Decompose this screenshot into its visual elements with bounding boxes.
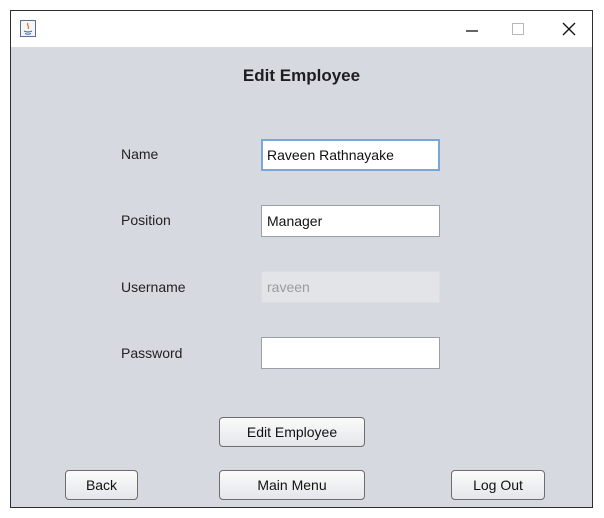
position-label: Position [121,212,171,228]
java-app-icon [20,20,36,37]
minimize-button[interactable] [449,11,495,47]
edit-employee-button[interactable]: Edit Employee [219,417,365,447]
maximize-icon [512,23,524,35]
username-label: Username [121,279,186,295]
name-label: Name [121,146,159,162]
close-icon [562,22,576,36]
password-field[interactable] [261,337,440,369]
password-label: Password [121,345,183,361]
username-field [261,271,440,303]
minimize-icon [466,30,478,32]
logout-button[interactable]: Log Out [451,470,545,500]
maximize-button[interactable] [495,11,541,47]
title-bar [11,11,592,47]
form-title: Edit Employee [242,66,361,85]
close-button[interactable] [546,11,592,47]
main-menu-button[interactable]: Main Menu [219,470,365,500]
name-field[interactable] [261,139,440,171]
back-button[interactable]: Back [65,470,138,500]
position-field[interactable] [261,205,440,237]
edit-employee-window: Edit Employee Name Position Username Pas… [10,10,593,508]
